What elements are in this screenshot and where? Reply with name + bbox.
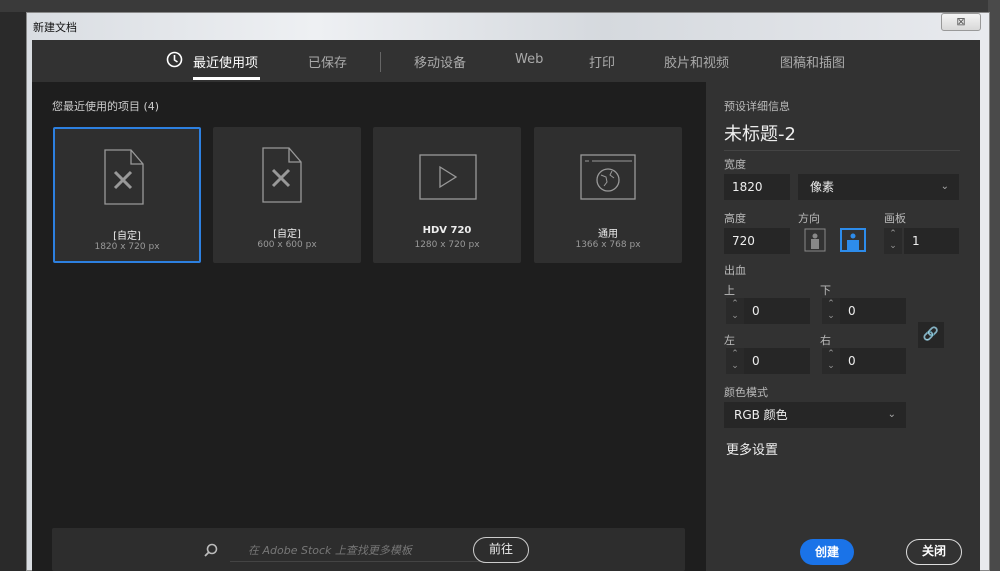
document-name-input[interactable]: 未标题-2 bbox=[724, 120, 960, 151]
bleed-label: 出血 bbox=[724, 264, 746, 277]
bleed-bottom-input[interactable]: 0 bbox=[840, 298, 906, 324]
chevron-down-icon: ⌄ bbox=[887, 409, 896, 420]
bleed-top-input[interactable]: 0 bbox=[744, 298, 810, 324]
bleed-top-label: 上 bbox=[724, 284, 735, 297]
close-button[interactable]: 关闭 bbox=[906, 539, 962, 565]
preset-card[interactable]: [自定] 1820 x 720 px bbox=[53, 127, 201, 263]
tab-recent[interactable]: 最近使用项 bbox=[193, 52, 258, 71]
stock-search-input[interactable]: 在 Adobe Stock 上查找更多模板 bbox=[230, 542, 480, 562]
preset-name: 通用 bbox=[598, 229, 618, 240]
bleed-left-stepper[interactable]: ⌃ ⌄ bbox=[726, 348, 744, 374]
bleed-left-label: 左 bbox=[724, 334, 735, 347]
tab-film-video[interactable]: 胶片和视频 bbox=[664, 52, 729, 71]
preset-size: 600 x 600 px bbox=[257, 240, 317, 250]
bleed-right-label: 右 bbox=[820, 334, 831, 347]
landscape-orientation-button[interactable] bbox=[840, 228, 866, 252]
tab-saved[interactable]: 已保存 bbox=[308, 52, 347, 71]
tab-divider bbox=[380, 52, 381, 72]
preset-card[interactable]: 通用 1366 x 768 px bbox=[534, 127, 682, 263]
search-icon bbox=[204, 543, 218, 557]
bleed-right-stepper[interactable]: ⌃ ⌄ bbox=[822, 348, 840, 374]
unit-select[interactable]: 像素 ⌄ bbox=[798, 174, 959, 200]
color-mode-label: 颜色模式 bbox=[724, 386, 768, 399]
clock-icon bbox=[166, 51, 183, 68]
artboards-stepper[interactable]: ⌃ ⌄ bbox=[884, 228, 902, 254]
bleed-bottom-label: 下 bbox=[820, 284, 831, 297]
color-mode-value: RGB 颜色 bbox=[734, 408, 788, 422]
preset-name: HDV 720 bbox=[422, 225, 472, 236]
color-mode-select[interactable]: RGB 颜色 ⌄ bbox=[724, 402, 906, 428]
preset-details-panel: 预设详细信息 未标题-2 宽度 1820 像素 ⌄ 高度 720 方向 画板 ⌃ ⌄… bbox=[706, 82, 980, 571]
tab-print[interactable]: 打印 bbox=[589, 52, 615, 71]
tab-bar: 最近使用项 已保存 移动设备 Web 打印 胶片和视频 图稿和插图 bbox=[32, 40, 980, 82]
artboards-label: 画板 bbox=[884, 212, 906, 225]
more-settings-link[interactable]: 更多设置 bbox=[726, 439, 778, 458]
tab-art-illustration[interactable]: 图稿和插图 bbox=[780, 52, 845, 71]
web-globe-icon bbox=[580, 154, 636, 200]
video-icon bbox=[419, 154, 477, 200]
close-window-button[interactable]: ⊠ bbox=[941, 13, 981, 31]
preset-name: [自定] bbox=[113, 231, 141, 242]
recent-heading: 您最近使用的项目 (4) bbox=[52, 100, 160, 113]
dialog-content: 最近使用项 已保存 移动设备 Web 打印 胶片和视频 图稿和插图 您最近使用的… bbox=[32, 40, 980, 571]
orientation-label: 方向 bbox=[798, 212, 820, 225]
link-icon[interactable]: 🔗 bbox=[918, 322, 944, 348]
height-input[interactable]: 720 bbox=[724, 228, 790, 254]
unit-value: 像素 bbox=[810, 180, 835, 194]
go-button[interactable]: 前往 bbox=[473, 537, 529, 563]
preset-card[interactable]: HDV 720 1280 x 720 px bbox=[373, 127, 521, 263]
preset-card[interactable]: [自定] 600 x 600 px bbox=[213, 127, 361, 263]
preset-size: 1820 x 720 px bbox=[94, 242, 160, 252]
artboards-input[interactable]: 1 bbox=[904, 228, 959, 254]
preset-name: [自定] bbox=[273, 229, 301, 240]
preset-size: 1280 x 720 px bbox=[414, 240, 480, 250]
create-button[interactable]: 创建 bbox=[800, 539, 854, 565]
height-label: 高度 bbox=[724, 212, 746, 225]
bleed-top-stepper[interactable]: ⌃ ⌄ bbox=[726, 298, 744, 324]
portrait-orientation-button[interactable] bbox=[804, 228, 826, 252]
custom-doc-icon bbox=[104, 149, 144, 205]
width-input[interactable]: 1820 bbox=[724, 174, 790, 200]
recent-panel: 您最近使用的项目 (4) [自定] 1820 x 720 px [自定] 600… bbox=[32, 82, 706, 571]
preset-size: 1366 x 768 px bbox=[575, 240, 641, 250]
tab-mobile[interactable]: 移动设备 bbox=[414, 52, 466, 71]
custom-doc-icon bbox=[262, 147, 302, 203]
app-top-bar bbox=[0, 0, 1000, 12]
dialog-title: 新建文档 bbox=[33, 21, 77, 34]
bleed-left-input[interactable]: 0 bbox=[744, 348, 810, 374]
stock-search-bar: 在 Adobe Stock 上查找更多模板 前往 bbox=[52, 528, 685, 571]
bleed-bottom-stepper[interactable]: ⌃ ⌄ bbox=[822, 298, 840, 324]
active-tab-underline bbox=[193, 77, 260, 80]
details-heading: 预设详细信息 bbox=[724, 100, 790, 113]
chevron-down-icon: ⌄ bbox=[940, 181, 949, 192]
bleed-right-input[interactable]: 0 bbox=[840, 348, 906, 374]
width-label: 宽度 bbox=[724, 158, 746, 171]
tab-web[interactable]: Web bbox=[515, 52, 543, 67]
